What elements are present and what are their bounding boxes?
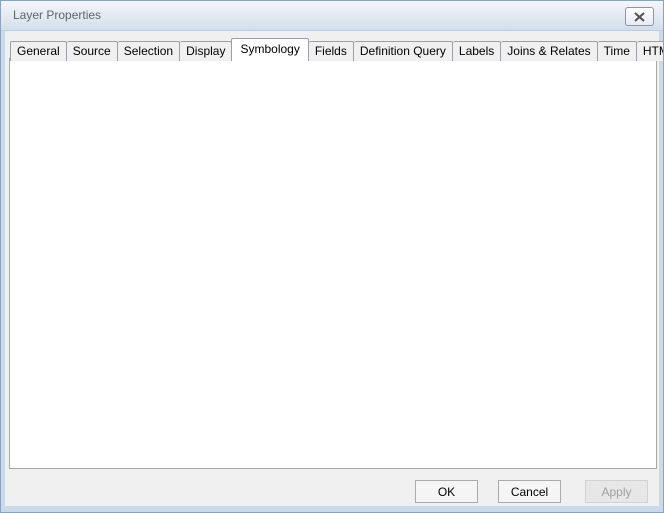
tab-definition-query[interactable]: Definition Query	[354, 41, 453, 61]
tab-general[interactable]: General	[10, 41, 67, 61]
close-icon	[634, 12, 645, 22]
layer-properties-dialog: Layer Properties General Source Selectio…	[0, 0, 664, 513]
title-bar[interactable]: Layer Properties	[1, 1, 664, 31]
tab-labels[interactable]: Labels	[453, 41, 501, 61]
tab-joins-relates[interactable]: Joins & Relates	[501, 41, 597, 61]
tab-time[interactable]: Time	[598, 41, 637, 61]
tab-fields[interactable]: Fields	[309, 41, 354, 61]
tab-selection[interactable]: Selection	[118, 41, 180, 61]
tab-strip: General Source Selection Display Symbolo…	[10, 38, 664, 61]
close-button[interactable]	[625, 7, 654, 26]
window-title: Layer Properties	[13, 8, 101, 22]
cancel-button[interactable]: Cancel	[498, 480, 561, 503]
window-frame-left	[1, 30, 5, 512]
tab-html-popup[interactable]: HTML Popup	[637, 41, 664, 61]
window-frame-right	[659, 30, 663, 512]
tab-source[interactable]: Source	[67, 41, 118, 61]
ok-button[interactable]: OK	[415, 480, 478, 503]
tab-symbology[interactable]: Symbology	[231, 38, 308, 61]
window-frame-bottom	[1, 506, 663, 512]
tab-display[interactable]: Display	[180, 41, 232, 61]
symbology-tab-page	[9, 58, 657, 469]
apply-button[interactable]: Apply	[585, 480, 648, 503]
